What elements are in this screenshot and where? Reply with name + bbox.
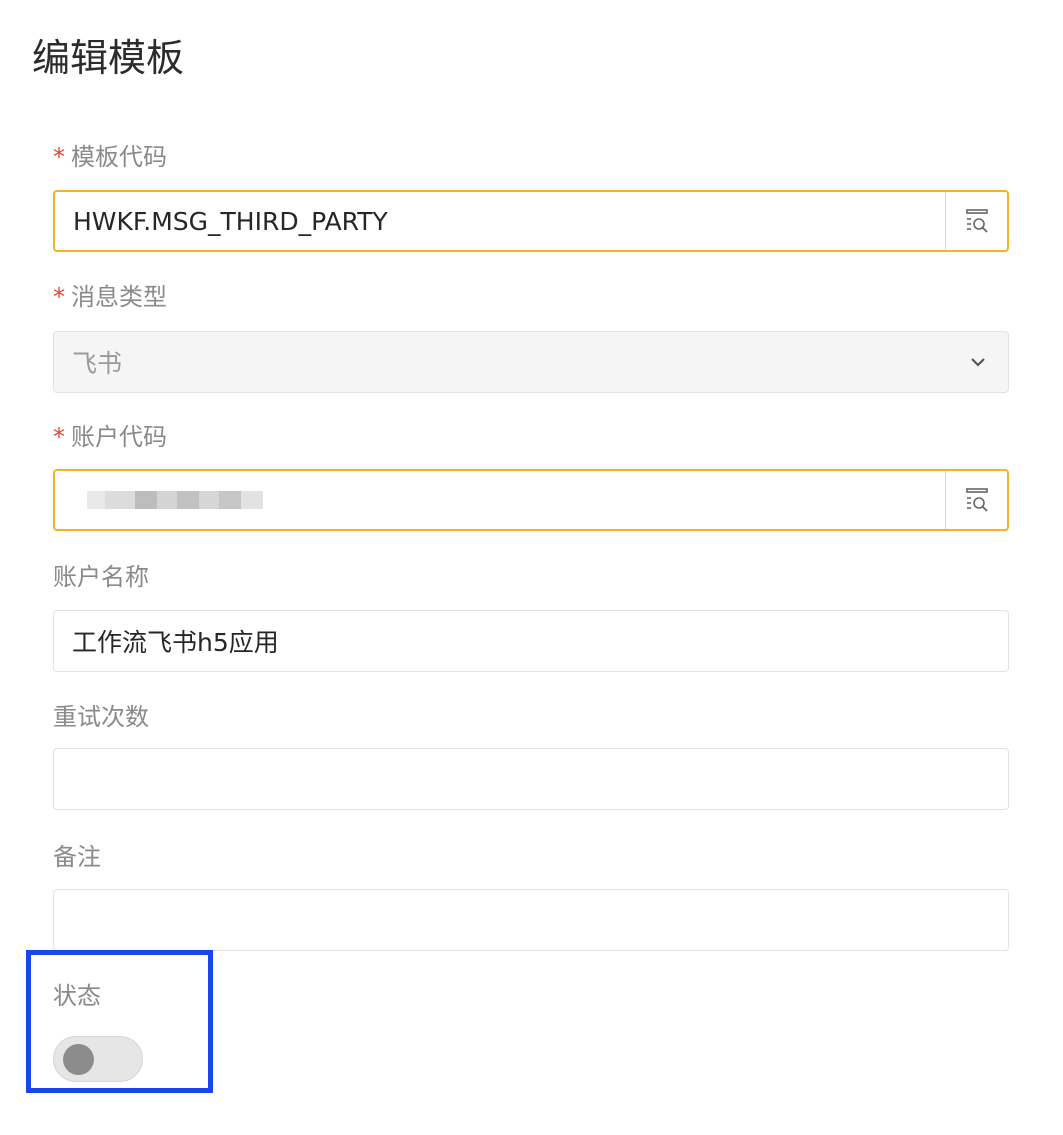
lov-search-icon	[965, 488, 988, 512]
edit-template-page: 编辑模板 * 模板代码 HWKF.MSG_THIRD_PARTY * 消息类型 飞书	[0, 0, 1063, 1135]
required-mark: *	[53, 423, 65, 451]
template-code-label-text: 模板代码	[71, 143, 167, 171]
remark-label: 备注	[53, 843, 101, 871]
redacted-value	[87, 488, 945, 512]
message-type-value: 飞书	[72, 349, 123, 378]
lov-search-icon	[965, 209, 988, 233]
required-mark: *	[53, 143, 65, 171]
account-name-label: 账户名称	[53, 563, 149, 591]
account-code-label-text: 账户代码	[71, 423, 167, 451]
required-mark: *	[53, 283, 65, 311]
account-name-input[interactable]: 工作流飞书h5应用	[54, 623, 1008, 659]
highlight-box	[26, 950, 213, 1093]
account-code-field[interactable]	[53, 469, 1009, 531]
account-code-lov-button[interactable]	[945, 471, 1007, 529]
template-code-label: * 模板代码	[53, 141, 167, 173]
page-title: 编辑模板	[32, 36, 185, 80]
account-name-field[interactable]: 工作流飞书h5应用	[53, 610, 1009, 672]
message-type-label: * 消息类型	[53, 281, 167, 313]
chevron-down-icon	[971, 358, 985, 367]
account-code-label: * 账户代码	[53, 421, 167, 453]
retry-count-field[interactable]	[53, 748, 1009, 810]
retry-count-label: 重试次数	[53, 703, 149, 731]
template-code-lov-button[interactable]	[945, 192, 1007, 250]
remark-field[interactable]	[53, 889, 1009, 951]
account-code-input[interactable]	[55, 488, 945, 512]
template-code-field[interactable]: HWKF.MSG_THIRD_PARTY	[53, 190, 1009, 252]
message-type-label-text: 消息类型	[71, 283, 167, 311]
template-code-input[interactable]: HWKF.MSG_THIRD_PARTY	[55, 207, 945, 236]
message-type-select[interactable]: 飞书	[53, 331, 1009, 393]
message-type-dropdown-toggle[interactable]	[948, 332, 1008, 392]
